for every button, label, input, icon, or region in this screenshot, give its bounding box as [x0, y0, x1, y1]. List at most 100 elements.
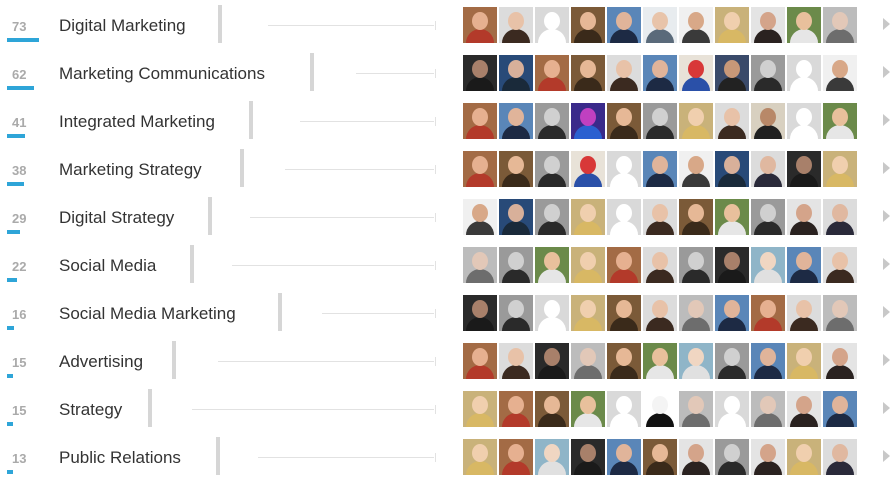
chevron-right-icon[interactable]	[883, 162, 890, 174]
avatar-icon[interactable]	[787, 439, 821, 475]
avatar-icon[interactable]	[679, 343, 713, 379]
endorsement-count[interactable]: 73	[12, 19, 38, 34]
avatar-icon[interactable]	[571, 391, 605, 427]
avatar-icon[interactable]	[571, 247, 605, 283]
avatar-icon[interactable]	[679, 199, 713, 235]
avatar-icon[interactable]	[499, 103, 533, 139]
avatar-icon[interactable]	[643, 151, 677, 187]
avatar-icon[interactable]	[571, 295, 605, 331]
avatar-icon[interactable]	[787, 7, 821, 43]
avatar-icon[interactable]	[463, 247, 497, 283]
skill-row[interactable]: 15 Advertising	[0, 338, 892, 386]
skill-row[interactable]: 15 Strategy	[0, 386, 892, 434]
skill-row[interactable]: 29 Digital Strategy	[0, 194, 892, 242]
avatar-icon[interactable]	[751, 295, 785, 331]
skill-name[interactable]: Social Media	[59, 256, 156, 276]
avatar-icon[interactable]	[499, 55, 533, 91]
avatar-icon[interactable]	[643, 247, 677, 283]
avatar-icon[interactable]	[679, 391, 713, 427]
avatar-icon[interactable]	[787, 247, 821, 283]
avatar-icon[interactable]	[643, 343, 677, 379]
avatar-icon[interactable]	[787, 343, 821, 379]
avatar-icon[interactable]	[715, 103, 749, 139]
avatar-icon[interactable]	[499, 247, 533, 283]
avatar-icon[interactable]	[823, 247, 857, 283]
placeholder-avatar-icon[interactable]	[607, 151, 641, 187]
avatar-icon[interactable]	[751, 103, 785, 139]
avatar-icon[interactable]	[463, 103, 497, 139]
skill-row[interactable]: 13 Public Relations	[0, 434, 892, 479]
endorsement-count[interactable]: 38	[12, 163, 38, 178]
skill-name[interactable]: Marketing Communications	[59, 64, 265, 84]
avatar-icon[interactable]	[643, 439, 677, 475]
avatar-icon[interactable]	[571, 151, 605, 187]
avatar-icon[interactable]	[463, 295, 497, 331]
avatar-icon[interactable]	[535, 103, 569, 139]
skill-name[interactable]: Strategy	[59, 400, 122, 420]
avatar-icon[interactable]	[679, 151, 713, 187]
skill-name[interactable]: Digital Marketing	[59, 16, 186, 36]
avatar-icon[interactable]	[643, 103, 677, 139]
skill-row[interactable]: 38 Marketing Strategy	[0, 146, 892, 194]
avatar-icon[interactable]	[715, 247, 749, 283]
avatar-icon[interactable]	[823, 7, 857, 43]
avatar-icon[interactable]	[751, 199, 785, 235]
avatar-icon[interactable]	[535, 439, 569, 475]
avatar-icon[interactable]	[499, 295, 533, 331]
avatar-icon[interactable]	[607, 295, 641, 331]
avatar-icon[interactable]	[823, 295, 857, 331]
avatar-icon[interactable]	[787, 199, 821, 235]
avatar-icon[interactable]	[463, 151, 497, 187]
avatar-icon[interactable]	[823, 343, 857, 379]
endorsement-count[interactable]: 22	[12, 259, 38, 274]
skill-name[interactable]: Marketing Strategy	[59, 160, 202, 180]
avatar-icon[interactable]	[463, 199, 497, 235]
avatar-icon[interactable]	[499, 391, 533, 427]
skill-row[interactable]: 73 Digital Marketing	[0, 2, 892, 50]
avatar-icon[interactable]	[535, 55, 569, 91]
endorsement-count[interactable]: 29	[12, 211, 38, 226]
avatar-icon[interactable]	[535, 391, 569, 427]
avatar-icon[interactable]	[751, 439, 785, 475]
avatar-icon[interactable]	[535, 151, 569, 187]
avatar-icon[interactable]	[823, 55, 857, 91]
avatar-icon[interactable]	[571, 343, 605, 379]
avatar-icon[interactable]	[751, 7, 785, 43]
avatar-icon[interactable]	[715, 7, 749, 43]
avatar-icon[interactable]	[787, 295, 821, 331]
avatar-icon[interactable]	[463, 343, 497, 379]
placeholder-avatar-icon[interactable]	[787, 103, 821, 139]
avatar-icon[interactable]	[499, 151, 533, 187]
placeholder-avatar-icon[interactable]	[607, 391, 641, 427]
avatar-icon[interactable]	[535, 343, 569, 379]
avatar-icon[interactable]	[607, 55, 641, 91]
avatar-icon[interactable]	[751, 343, 785, 379]
skill-name[interactable]: Integrated Marketing	[59, 112, 215, 132]
skill-row[interactable]: 62 Marketing Communications	[0, 50, 892, 98]
avatar-icon[interactable]	[751, 55, 785, 91]
avatar-icon[interactable]	[679, 247, 713, 283]
placeholder-avatar-icon[interactable]	[535, 7, 569, 43]
avatar-icon[interactable]	[787, 391, 821, 427]
avatar-icon[interactable]	[679, 55, 713, 91]
avatar-icon[interactable]	[571, 103, 605, 139]
chevron-right-icon[interactable]	[883, 210, 890, 222]
avatar-icon[interactable]	[715, 199, 749, 235]
avatar-icon[interactable]	[751, 391, 785, 427]
skill-name[interactable]: Advertising	[59, 352, 143, 372]
chevron-right-icon[interactable]	[883, 306, 890, 318]
endorsement-count[interactable]: 62	[12, 67, 38, 82]
avatar-icon[interactable]	[535, 199, 569, 235]
avatar-icon[interactable]	[607, 7, 641, 43]
avatar-icon[interactable]	[751, 247, 785, 283]
placeholder-avatar-icon[interactable]	[787, 55, 821, 91]
avatar-icon[interactable]	[643, 55, 677, 91]
avatar-icon[interactable]	[463, 7, 497, 43]
avatar-icon[interactable]	[787, 151, 821, 187]
skill-name[interactable]: Social Media Marketing	[59, 304, 236, 324]
placeholder-avatar-icon[interactable]	[535, 295, 569, 331]
avatar-icon[interactable]	[607, 247, 641, 283]
avatar-icon[interactable]	[823, 199, 857, 235]
avatar-icon[interactable]	[715, 343, 749, 379]
skill-row[interactable]: 16 Social Media Marketing	[0, 290, 892, 338]
